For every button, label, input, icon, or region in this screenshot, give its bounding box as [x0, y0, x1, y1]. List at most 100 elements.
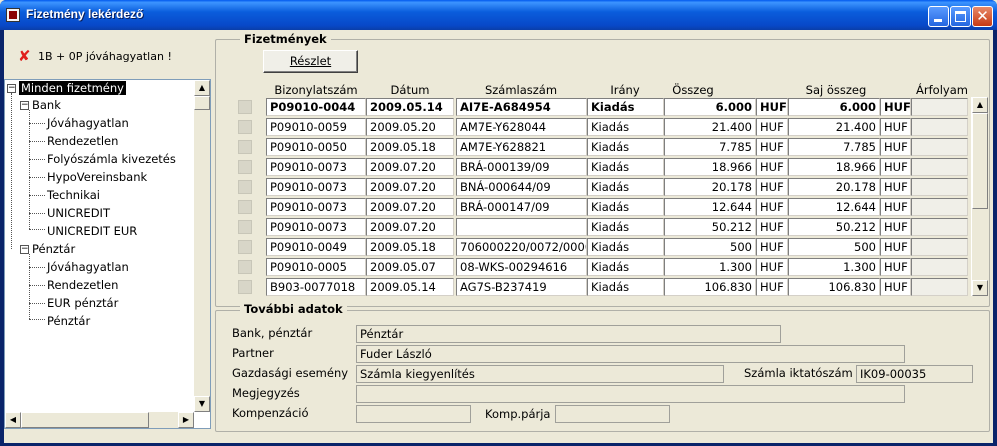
account-number-cell[interactable]: AM7E-Y628821: [456, 138, 587, 156]
exchange-rate-cell[interactable]: [911, 98, 968, 116]
account-number-cell[interactable]: AG7S-B237419: [456, 278, 587, 296]
currency-cell[interactable]: HUF: [756, 198, 788, 216]
tree-item-bank-hypovereinsbank[interactable]: HypoVereinsbank: [47, 169, 147, 186]
own-currency-cell[interactable]: HUF: [880, 178, 911, 196]
economic-event-field[interactable]: Számla kiegyenlítés: [356, 365, 724, 383]
amount-cell[interactable]: 500: [664, 238, 756, 256]
direction-cell[interactable]: Kiadás: [587, 238, 664, 256]
amount-cell[interactable]: 18.966: [664, 158, 756, 176]
direction-cell[interactable]: Kiadás: [587, 258, 664, 276]
currency-cell[interactable]: HUF: [756, 158, 788, 176]
document-number-cell[interactable]: P09010-0050: [266, 138, 366, 156]
amount-cell[interactable]: 20.178: [664, 178, 756, 196]
own-currency-cell[interactable]: HUF: [880, 278, 911, 296]
account-number-cell[interactable]: AI7E-A684954: [456, 98, 587, 116]
own-amount-cell[interactable]: 7.785: [788, 138, 880, 156]
date-cell[interactable]: 2009.05.20: [366, 118, 454, 136]
payment-category-tree[interactable]: − Minden fizetmény − Bank Jóváhagyatlan …: [4, 79, 211, 429]
row-selector[interactable]: [238, 240, 252, 254]
own-currency-cell[interactable]: HUF: [880, 258, 911, 276]
title-bar[interactable]: Fizetmény lekérdező ✕: [0, 0, 997, 30]
date-cell[interactable]: 2009.05.18: [366, 238, 454, 256]
amount-cell[interactable]: 7.785: [664, 138, 756, 156]
direction-cell[interactable]: Kiadás: [587, 278, 664, 296]
row-selector[interactable]: [238, 120, 252, 134]
scroll-thumb[interactable]: [972, 113, 988, 209]
compensation-pair-field[interactable]: [555, 405, 670, 423]
exchange-rate-cell[interactable]: [911, 178, 968, 196]
exchange-rate-cell[interactable]: [911, 118, 968, 136]
expand-cashdesk-icon[interactable]: −: [20, 245, 29, 254]
partner-field[interactable]: Fuder László: [356, 345, 905, 363]
amount-cell[interactable]: 12.644: [664, 198, 756, 216]
row-selector[interactable]: [238, 100, 252, 114]
document-number-cell[interactable]: P09010-0073: [266, 158, 366, 176]
tree-vertical-scrollbar[interactable]: ▲ ▼: [194, 80, 210, 412]
account-number-cell[interactable]: AM7E-Y628044: [456, 118, 587, 136]
own-currency-cell[interactable]: HUF: [880, 198, 911, 216]
own-currency-cell[interactable]: HUF: [880, 118, 911, 136]
detail-button[interactable]: Részlet: [263, 50, 358, 73]
document-number-cell[interactable]: P09010-0005: [266, 258, 366, 276]
minimize-button[interactable]: [928, 6, 949, 27]
currency-cell[interactable]: HUF: [756, 178, 788, 196]
close-button[interactable]: ✕: [972, 6, 993, 27]
date-cell[interactable]: 2009.07.20: [366, 198, 454, 216]
exchange-rate-cell[interactable]: [911, 238, 968, 256]
own-currency-cell[interactable]: HUF: [880, 158, 911, 176]
row-selector[interactable]: [238, 260, 252, 274]
account-number-cell[interactable]: 08-WKS-00294616: [456, 258, 587, 276]
date-cell[interactable]: 2009.05.18: [366, 138, 454, 156]
own-amount-cell[interactable]: 12.644: [788, 198, 880, 216]
row-selector[interactable]: [238, 280, 252, 294]
account-number-cell[interactable]: [456, 218, 587, 236]
expand-bank-icon[interactable]: −: [20, 101, 29, 110]
tree-item-cashdesk-unsettled[interactable]: Rendezetlen: [47, 277, 118, 294]
scroll-down-icon[interactable]: ▼: [194, 396, 210, 412]
direction-cell[interactable]: Kiadás: [587, 178, 664, 196]
tree-item-cashdesk-unapproved[interactable]: Jóváhagyatlan: [47, 259, 129, 276]
own-amount-cell[interactable]: 1.300: [788, 258, 880, 276]
amount-cell[interactable]: 6.000: [664, 98, 756, 116]
exchange-rate-cell[interactable]: [911, 198, 968, 216]
exchange-rate-cell[interactable]: [911, 138, 968, 156]
scroll-down-icon[interactable]: ▼: [972, 280, 988, 296]
own-currency-cell[interactable]: HUF: [880, 98, 911, 116]
document-number-cell[interactable]: P09010-0073: [266, 198, 366, 216]
direction-cell[interactable]: Kiadás: [587, 218, 664, 236]
tree-item-bank-unicredit[interactable]: UNICREDIT: [47, 205, 110, 222]
tree-item-bank-unapproved[interactable]: Jóváhagyatlan: [47, 115, 129, 132]
column-header-own-amount[interactable]: Saj összeg: [788, 83, 884, 97]
currency-cell[interactable]: HUF: [756, 118, 788, 136]
document-number-cell[interactable]: B903-0077018: [266, 278, 366, 296]
document-number-cell[interactable]: P09010-0044: [266, 98, 366, 116]
tree-item-cashdesk-main[interactable]: Pénztár: [47, 313, 90, 330]
row-selector[interactable]: [238, 140, 252, 154]
own-amount-cell[interactable]: 20.178: [788, 178, 880, 196]
bank-field[interactable]: Pénztár: [356, 325, 781, 343]
direction-cell[interactable]: Kiadás: [587, 198, 664, 216]
amount-cell[interactable]: 1.300: [664, 258, 756, 276]
column-header-document[interactable]: Bizonylatszám: [266, 83, 366, 97]
account-number-cell[interactable]: 706000220/0072/0000: [456, 238, 587, 256]
tree-horizontal-scrollbar[interactable]: ◀ ▶: [5, 412, 194, 428]
exchange-rate-cell[interactable]: [911, 278, 968, 296]
currency-cell[interactable]: HUF: [756, 218, 788, 236]
scroll-right-icon[interactable]: ▶: [178, 412, 194, 428]
date-cell[interactable]: 2009.07.20: [366, 158, 454, 176]
currency-cell[interactable]: HUF: [756, 138, 788, 156]
own-currency-cell[interactable]: HUF: [880, 238, 911, 256]
row-selector[interactable]: [238, 180, 252, 194]
row-selector[interactable]: [238, 200, 252, 214]
amount-cell[interactable]: 106.830: [664, 278, 756, 296]
date-cell[interactable]: 2009.05.14: [366, 98, 454, 116]
date-cell[interactable]: 2009.05.07: [366, 258, 454, 276]
tree-item-cashdesk[interactable]: Pénztár: [32, 241, 75, 258]
date-cell[interactable]: 2009.05.14: [366, 278, 454, 296]
date-cell[interactable]: 2009.07.20: [366, 218, 454, 236]
account-number-cell[interactable]: BNÁ-000644/09: [456, 178, 587, 196]
own-amount-cell[interactable]: 106.830: [788, 278, 880, 296]
tree-item-bank-unsettled[interactable]: Rendezetlen: [47, 133, 118, 150]
own-amount-cell[interactable]: 21.400: [788, 118, 880, 136]
currency-cell[interactable]: HUF: [756, 98, 788, 116]
